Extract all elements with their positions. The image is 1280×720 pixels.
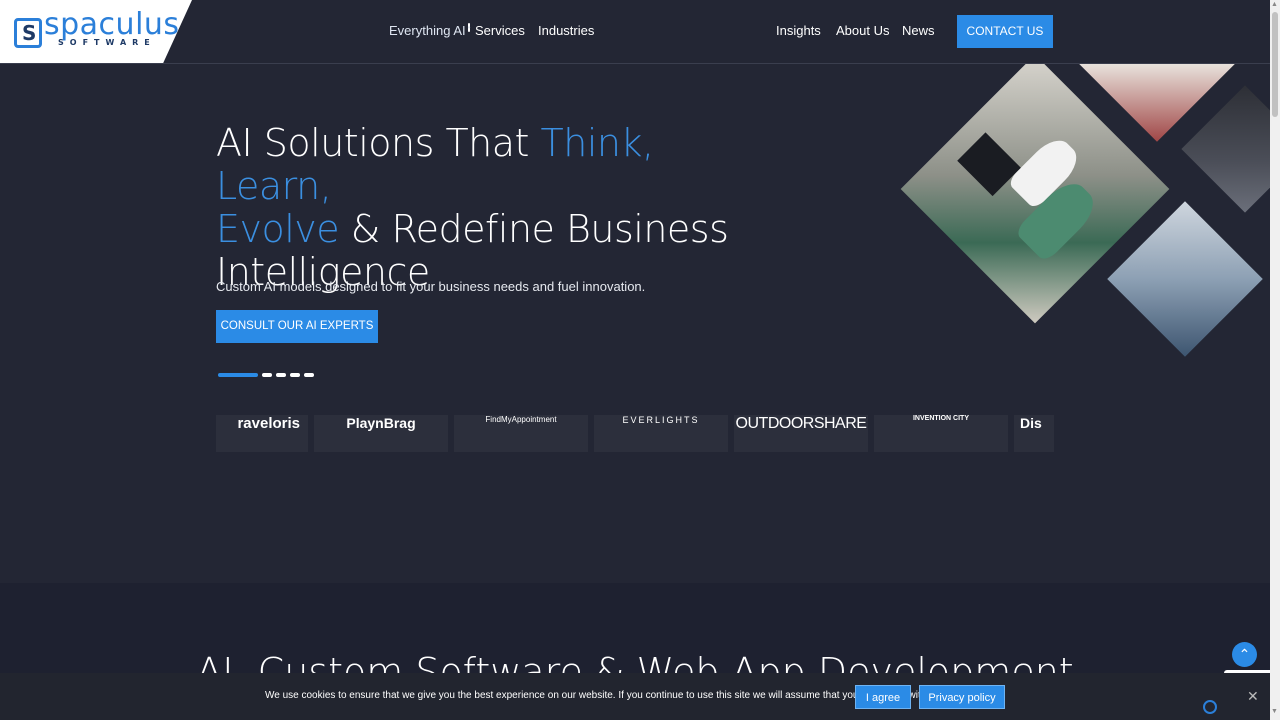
hero-photo-collage xyxy=(880,64,1270,374)
slider-pagination xyxy=(218,373,314,377)
nav-about-us[interactable]: About Us xyxy=(836,23,889,38)
logo-tagline: SOFTWARE xyxy=(58,38,156,47)
consult-ai-experts-button[interactable]: CONSULT OUR AI EXPERTS xyxy=(216,310,378,343)
logo[interactable]: spaculus SOFTWARE xyxy=(0,0,192,63)
contact-us-button[interactable]: CONTACT US xyxy=(957,15,1053,48)
scroll-up-icon[interactable]: ▲ xyxy=(1271,1,1278,8)
slider-dot-active[interactable] xyxy=(218,373,258,377)
back-to-top-button[interactable]: ⌃ xyxy=(1232,642,1257,667)
nav-services[interactable]: Services xyxy=(475,23,525,38)
page-scrollbar[interactable]: ▲ ▼ xyxy=(1270,0,1280,720)
cookie-settings-icon[interactable] xyxy=(1203,700,1217,714)
client-logo: INVENTION CITY xyxy=(874,415,1008,452)
chevron-up-icon: ⌃ xyxy=(1238,646,1251,662)
logo-text: spaculus xyxy=(44,7,180,42)
client-logo: FindMyAppointment xyxy=(454,415,588,452)
close-icon[interactable]: ✕ xyxy=(1247,688,1259,705)
client-logo: OUTDOORSHARE xyxy=(734,415,868,452)
hero-title-accent2: Evolve xyxy=(216,207,340,251)
hero-title: AI Solutions That Think, Learn, Evolve &… xyxy=(216,122,736,294)
nav-insights[interactable]: Insights xyxy=(776,23,821,38)
client-logos-carousel: raveloris PlaynBrag FindMyAppointment EV… xyxy=(216,415,1054,452)
privacy-policy-button[interactable]: Privacy policy xyxy=(919,685,1005,709)
logo-mark-icon xyxy=(14,18,42,48)
slider-dot[interactable] xyxy=(262,373,272,377)
hero-subtitle: Custom AI models designed to fit your bu… xyxy=(216,279,646,294)
client-logo: Dis xyxy=(1014,415,1054,452)
office-photo xyxy=(1181,85,1270,213)
nav-news[interactable]: News xyxy=(902,23,935,38)
slider-dot[interactable] xyxy=(276,373,286,377)
client-logo: EVERLIGHTS xyxy=(594,415,728,452)
slider-dot[interactable] xyxy=(290,373,300,377)
client-logo: PlaynBrag xyxy=(314,415,448,452)
slider-dot[interactable] xyxy=(304,373,314,377)
nav-industries[interactable]: Industries xyxy=(538,23,594,38)
nav-everything-ai-label: Everything AI xyxy=(389,23,466,38)
sparkle-icon: • xyxy=(467,23,471,32)
nav-everything-ai[interactable]: Everything AI • xyxy=(389,23,471,38)
cookie-consent-bar: We use cookies to ensure that we give yo… xyxy=(0,673,1270,720)
scroll-down-icon[interactable]: ▼ xyxy=(1271,708,1278,715)
hero-title-part1: AI Solutions That xyxy=(216,121,541,165)
client-logo: raveloris xyxy=(216,415,308,452)
cookie-message: We use cookies to ensure that we give yo… xyxy=(265,690,937,701)
scrollbar-thumb[interactable] xyxy=(1272,12,1278,117)
cookie-agree-button[interactable]: I agree xyxy=(855,685,911,709)
site-header: spaculus SOFTWARE Everything AI• Service… xyxy=(0,0,1270,64)
